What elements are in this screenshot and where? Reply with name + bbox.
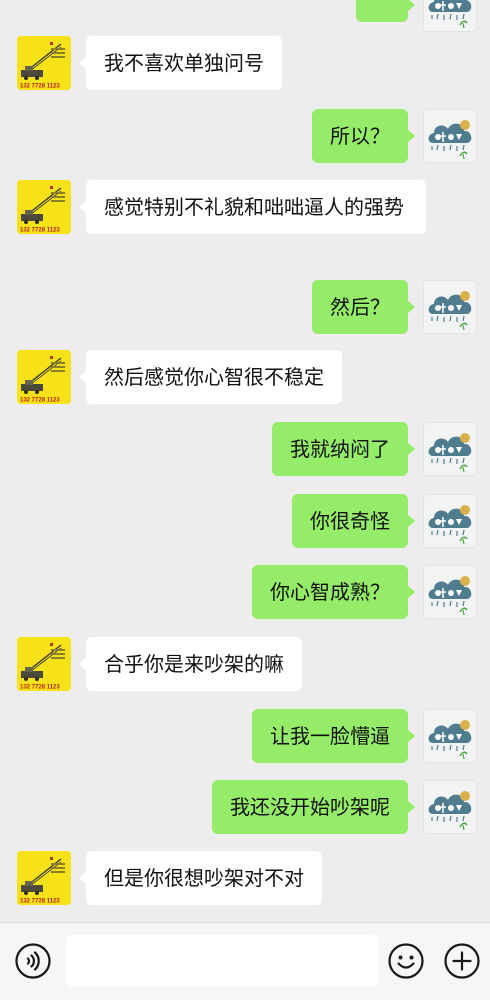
user-avatar[interactable] <box>423 565 477 619</box>
message-bubble-sent[interactable]: 我就纳闷了 <box>272 422 415 476</box>
contact-avatar[interactable] <box>17 180 71 234</box>
user-avatar[interactable] <box>423 780 477 834</box>
input-bar <box>0 922 490 1000</box>
contact-avatar[interactable] <box>17 637 71 691</box>
message-bubble-sent[interactable]: 你心智成熟？ <box>252 565 415 619</box>
user-avatar[interactable] <box>423 422 477 476</box>
contact-avatar[interactable] <box>17 350 71 404</box>
message-bubble-sent[interactable]: 我还没开始吵架呢 <box>212 780 415 834</box>
user-avatar[interactable] <box>423 494 477 548</box>
voice-icon[interactable] <box>14 942 52 980</box>
message-bubble-sent[interactable]: 所以？ <box>312 109 415 163</box>
user-avatar[interactable] <box>423 709 477 763</box>
user-avatar[interactable] <box>423 109 477 163</box>
chat-area: 我不喜欢单独问号 所以？ 感觉特别不礼貌和咄咄逼人的强势 然后？ 然后感觉你心智… <box>0 0 490 922</box>
message-bubble-received[interactable]: 合乎你是来吵架的嘛 <box>79 637 302 691</box>
contact-avatar[interactable] <box>17 36 71 90</box>
message-bubble-sent[interactable]: 然后？ <box>312 280 415 334</box>
message-bubble-received[interactable]: 我不喜欢单独问号 <box>79 36 282 90</box>
user-avatar[interactable] <box>423 0 477 32</box>
emoji-icon[interactable] <box>387 942 425 980</box>
user-avatar[interactable] <box>423 280 477 334</box>
message-bubble-sent-partial[interactable] <box>356 0 415 22</box>
message-bubble-sent[interactable]: 你很奇怪 <box>292 494 415 548</box>
message-bubble-received[interactable]: 然后感觉你心智很不稳定 <box>79 350 342 404</box>
message-bubble-received[interactable]: 感觉特别不礼貌和咄咄逼人的强势 <box>79 180 426 234</box>
plus-icon[interactable] <box>443 942 481 980</box>
message-bubble-sent[interactable]: 让我一脸懵逼 <box>252 709 415 763</box>
contact-avatar[interactable] <box>17 851 71 905</box>
message-bubble-received[interactable]: 但是你很想吵架对不对 <box>79 851 322 905</box>
message-input[interactable] <box>66 935 378 987</box>
